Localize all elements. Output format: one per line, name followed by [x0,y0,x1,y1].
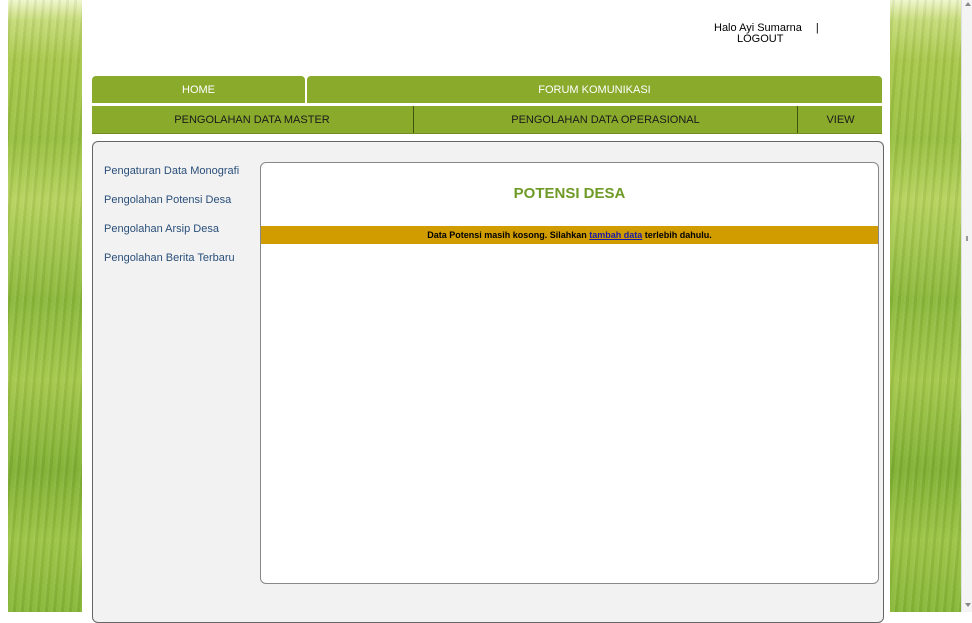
nav-home[interactable]: HOME [92,76,305,103]
nav-pengolahan-data-master[interactable]: PENGOLAHAN DATA MASTER [92,106,412,133]
sidebar-menu: Pengaturan Data Monografi Pengolahan Pot… [104,162,254,278]
content-area: Pengaturan Data Monografi Pengolahan Pot… [92,141,884,623]
greeting-separator: | [815,22,819,34]
nav-forum-komunikasi[interactable]: FORUM KOMUNIKASI [307,76,882,103]
sidebar-item-pengolahan-arsip-desa[interactable]: Pengolahan Arsip Desa [104,220,254,249]
sidebar-item-pengaturan-data-monografi[interactable]: Pengaturan Data Monografi [104,162,254,191]
sidebar-item-pengolahan-potensi-desa[interactable]: Pengolahan Potensi Desa [104,191,254,220]
logout-link[interactable]: LOGOUT [737,34,783,45]
sidebar-item-pengolahan-berita-terbaru[interactable]: Pengolahan Berita Terbaru [104,249,254,278]
main-panel: POTENSI DESA Data Potensi masih kosong. … [260,162,879,584]
primary-nav: HOME FORUM KOMUNIKASI [92,76,882,103]
notice-text-before: Data Potensi masih kosong. Silahkan [427,230,590,240]
background-grass-right [890,0,972,612]
nav-pengolahan-data-operasional[interactable]: PENGOLAHAN DATA OPERASIONAL [413,106,797,133]
vertical-scrollbar[interactable] [961,0,972,612]
notice-text-after: terlebih dahulu. [642,230,712,240]
nav-view[interactable]: VIEW [797,106,883,133]
scroll-down-arrow-icon[interactable] [965,603,971,607]
scroll-thumb-grip[interactable] [966,236,968,241]
secondary-nav: PENGOLAHAN DATA MASTER PENGOLAHAN DATA O… [92,106,882,134]
scroll-up-arrow-icon[interactable] [965,2,971,6]
empty-data-notice: Data Potensi masih kosong. Silahkan tamb… [261,226,878,244]
page-title: POTENSI DESA [513,185,626,202]
tambah-data-link[interactable]: tambah data [589,230,642,240]
page-container: Halo Ayi Sumarna | LOGOUT HOME FORUM KOMU… [82,0,890,623]
background-grass-left [8,0,90,612]
